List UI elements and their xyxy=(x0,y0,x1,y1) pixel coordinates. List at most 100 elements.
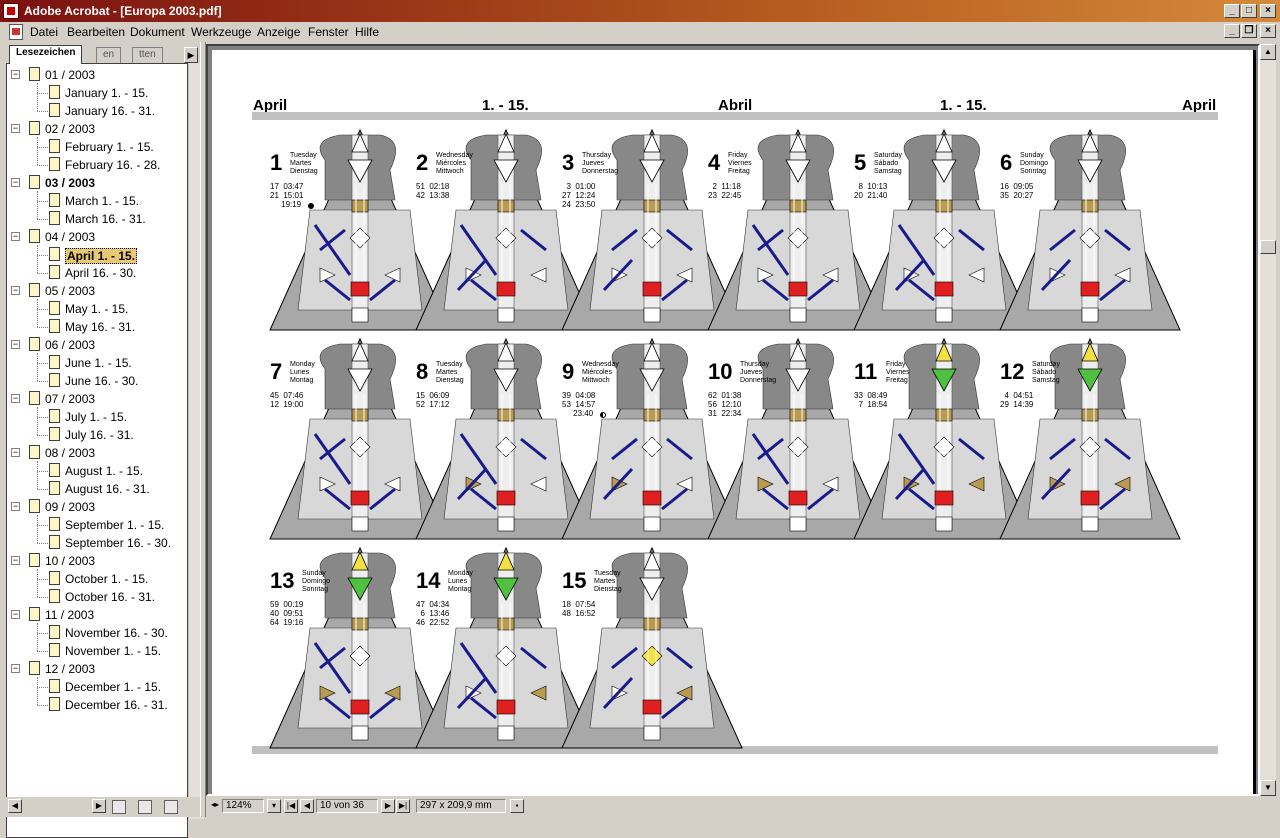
bookmark-label[interactable]: January 16. - 31. xyxy=(65,104,155,118)
bookmark-label[interactable]: May 1. - 15. xyxy=(65,302,128,316)
trash-icon[interactable] xyxy=(164,800,178,814)
split-icon[interactable]: ◂▸ xyxy=(208,799,222,813)
bookmark-label[interactable]: April 1. - 15. xyxy=(65,248,138,264)
menu-anzeige[interactable]: Anzeige xyxy=(257,25,300,39)
collapse-icon[interactable]: − xyxy=(11,394,20,403)
collapse-icon[interactable]: − xyxy=(11,124,20,133)
bookmark-label[interactable]: June 16. - 30. xyxy=(65,374,138,388)
last-page-icon[interactable]: ▶| xyxy=(396,799,410,813)
menu-hilfe[interactable]: Hilfe xyxy=(355,25,379,39)
next-page-icon[interactable]: ▶ xyxy=(381,799,395,813)
bookmark-label[interactable]: August 1. - 15. xyxy=(65,464,143,478)
tab-thumbnails[interactable]: en xyxy=(96,47,122,63)
menu-datei[interactable]: Datei xyxy=(30,25,58,39)
tree-line xyxy=(37,273,48,274)
day-names: Saturday Sábado Samstag xyxy=(874,152,903,175)
document-icon[interactable] xyxy=(9,24,23,40)
scroll-left-icon[interactable]: ◀ xyxy=(8,799,22,813)
bookmark-label[interactable]: March 16. - 31. xyxy=(65,212,146,226)
scroll-down-icon[interactable]: ▼ xyxy=(1260,780,1276,796)
collapse-icon[interactable]: − xyxy=(11,502,20,511)
bookmark-label[interactable]: 11 / 2003 xyxy=(45,608,94,622)
gate-times: 47 04:34 6 13:46 46 22:52 xyxy=(416,600,450,627)
new-bookmark-icon[interactable] xyxy=(112,800,126,814)
bookmark-icon xyxy=(49,85,60,99)
tree-line xyxy=(37,471,48,472)
bookmark-label[interactable]: 09 / 2003 xyxy=(45,500,95,514)
bookmark-label[interactable]: 12 / 2003 xyxy=(45,662,95,676)
collapse-icon[interactable]: − xyxy=(11,448,20,457)
acrobat-icon xyxy=(3,3,19,19)
bookmark-label[interactable]: 06 / 2003 xyxy=(45,338,95,352)
bookmark-label[interactable]: December 1. - 15. xyxy=(65,680,161,694)
zoom-field[interactable]: 124% xyxy=(222,799,264,813)
bookmark-label[interactable]: 04 / 2003 xyxy=(45,230,95,244)
title-bar: Adobe Acrobat - [Europa 2003.pdf] _ □ × xyxy=(0,0,1280,22)
page-field[interactable]: 10 von 36 xyxy=(316,799,378,813)
bookmark-label[interactable]: 03 / 2003 xyxy=(45,176,95,190)
bookmark-label[interactable]: July 16. - 31. xyxy=(65,428,134,442)
menu-bar: Datei Bearbeiten Dokument Werkzeuge Anze… xyxy=(0,22,1280,42)
bookmark-icon xyxy=(29,661,40,675)
bookmark-properties-icon[interactable] xyxy=(138,800,152,814)
tree-line xyxy=(37,623,38,651)
page-size-icon[interactable]: ▪ xyxy=(510,799,524,813)
bookmark-icon xyxy=(29,445,40,459)
bookmark-label[interactable]: July 1. - 15. xyxy=(65,410,127,424)
collapse-icon[interactable]: − xyxy=(11,340,20,349)
scroll-thumb[interactable] xyxy=(1260,240,1276,254)
maximize-button[interactable]: □ xyxy=(1241,4,1257,18)
bookmark-label[interactable]: September 16. - 30. xyxy=(65,536,171,550)
collapse-icon[interactable]: − xyxy=(11,286,20,295)
collapse-icon[interactable]: − xyxy=(11,556,20,565)
bookmark-label[interactable]: 07 / 2003 xyxy=(45,392,95,406)
first-page-icon[interactable]: |◀ xyxy=(284,799,298,813)
collapse-icon[interactable]: − xyxy=(11,610,20,619)
collapse-icon[interactable]: − xyxy=(11,70,20,79)
bookmark-label[interactable]: November 16. - 30. xyxy=(65,626,168,640)
bookmark-label[interactable]: May 16. - 31. xyxy=(65,320,135,334)
close-button[interactable]: × xyxy=(1260,4,1276,18)
tab-pages[interactable]: tten xyxy=(132,47,163,63)
bookmark-label[interactable]: September 1. - 15. xyxy=(65,518,164,532)
bookmark-label[interactable]: 08 / 2003 xyxy=(45,446,95,460)
day-names: Monday Lunes Montag xyxy=(448,570,473,593)
bookmark-label[interactable]: February 16. - 28. xyxy=(65,158,160,172)
bookmark-label[interactable]: January 1. - 15. xyxy=(65,86,148,100)
bookmark-label[interactable]: 05 / 2003 xyxy=(45,284,95,298)
bookmark-label[interactable]: June 1. - 15. xyxy=(65,356,132,370)
doc-minimize-button[interactable]: _ xyxy=(1224,24,1240,38)
menu-fenster[interactable]: Fenster xyxy=(308,25,349,39)
bookmark-label[interactable]: October 1. - 15. xyxy=(65,572,148,586)
bookmark-label[interactable]: April 16. - 30. xyxy=(65,266,136,280)
doc-close-button[interactable]: × xyxy=(1260,24,1276,38)
bodygraph xyxy=(561,546,743,749)
bookmark-toolbar: ◀ ▶ xyxy=(4,797,200,817)
menu-dokument[interactable]: Dokument xyxy=(130,25,185,39)
menu-bearbeiten[interactable]: Bearbeiten xyxy=(67,25,125,39)
bookmark-label[interactable]: 02 / 2003 xyxy=(45,122,95,136)
bookmark-label[interactable]: March 1. - 15. xyxy=(65,194,139,208)
scroll-up-icon[interactable]: ▲ xyxy=(1260,44,1276,60)
doc-restore-button[interactable]: ❐ xyxy=(1241,24,1257,38)
menu-werkzeuge[interactable]: Werkzeuge xyxy=(191,25,251,39)
tab-scroll-right-icon[interactable]: ▶ xyxy=(184,47,198,63)
document-scrollbar[interactable]: ▲ ▼ xyxy=(1260,44,1276,796)
bookmark-label[interactable]: December 16. - 31. xyxy=(65,698,168,712)
tab-bookmarks[interactable]: Lesezeichen xyxy=(9,45,83,64)
collapse-icon[interactable]: − xyxy=(11,232,20,241)
minimize-button[interactable]: _ xyxy=(1224,4,1240,18)
scroll-right-icon[interactable]: ▶ xyxy=(92,799,106,813)
tree-line xyxy=(37,165,48,166)
collapse-icon[interactable]: − xyxy=(11,664,20,673)
prev-page-icon[interactable]: ◀ xyxy=(300,799,314,813)
bookmark-label[interactable]: 10 / 2003 xyxy=(45,554,95,568)
bookmark-label[interactable]: October 16. - 31. xyxy=(65,590,155,604)
bookmark-label[interactable]: 01 / 2003 xyxy=(45,68,95,82)
bookmark-label[interactable]: November 1. - 15. xyxy=(65,644,161,658)
bookmark-label[interactable]: August 16. - 31. xyxy=(65,482,150,496)
zoom-dropdown-icon[interactable]: ▾ xyxy=(267,799,281,813)
bookmark-icon xyxy=(49,427,60,441)
collapse-icon[interactable]: − xyxy=(11,178,20,187)
bookmark-label[interactable]: February 1. - 15. xyxy=(65,140,154,154)
